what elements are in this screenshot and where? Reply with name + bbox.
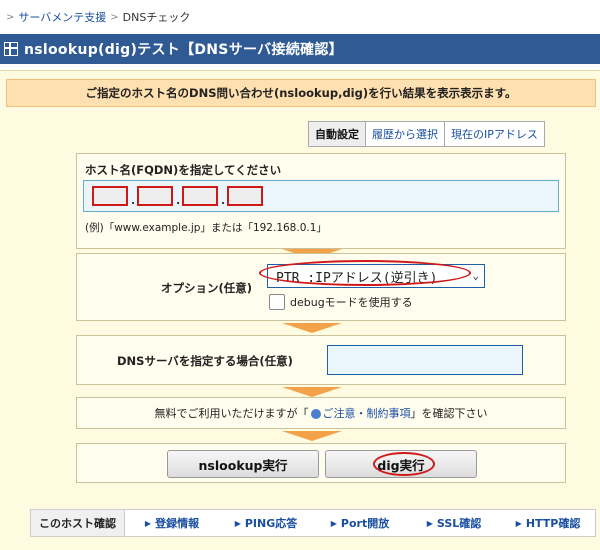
- host-input[interactable]: . . .: [83, 180, 559, 212]
- chevron-down-icon: ⌄: [472, 269, 479, 282]
- debug-option[interactable]: debugモードを使用する: [269, 294, 413, 310]
- chevron-right-icon: >: [110, 11, 119, 23]
- ip-octet-2[interactable]: [137, 186, 173, 206]
- ip-dot: .: [221, 194, 226, 207]
- breadcrumb-dns-check: DNSチェック: [122, 11, 191, 24]
- host-check-nav: このホスト確認 ▶ 登録情報 ▶ PING応答 ▶ Port開放 ▶ SSL確認 ▶ HT…: [30, 509, 596, 537]
- nav-port-open[interactable]: ▶ Port開放: [313, 515, 407, 531]
- host-example: (例)「www.example.jp」または「192.168.0.1」: [85, 222, 327, 234]
- dns-server-section: DNSサーバを指定する場合(任意): [76, 335, 566, 385]
- nslookup-button[interactable]: nslookup実行: [167, 450, 319, 478]
- notice-text-before: 無料でご利用いただけますが「: [154, 407, 309, 420]
- info-icon: [310, 409, 321, 419]
- nav-ssl-check[interactable]: ▶ SSL確認: [407, 515, 501, 531]
- triangle-right-icon: ▶: [515, 518, 522, 528]
- triangle-right-icon: ▶: [426, 518, 433, 528]
- dns-server-input[interactable]: [327, 345, 523, 375]
- flow-arrow-icon: [282, 387, 342, 397]
- ip-octet-3[interactable]: [182, 186, 218, 206]
- ip-dot: .: [131, 194, 136, 207]
- ip-octet-4[interactable]: [227, 186, 263, 206]
- page-title: nslookup(dig)テスト【DNSサーバ接続確認】: [24, 42, 343, 58]
- option-select[interactable]: PTR :IPアドレス(逆引き) ⌄: [267, 264, 485, 288]
- flow-arrow-icon: [282, 431, 342, 441]
- notice-text-after: 」を確認下さい: [410, 407, 488, 420]
- nav-item-label: SSL確認: [436, 517, 482, 530]
- chevron-right-icon: >: [6, 11, 15, 23]
- ip-octet-1[interactable]: [92, 186, 128, 206]
- tab-current-ip[interactable]: 現在のIPアドレス: [445, 122, 544, 146]
- nav-item-label: 登録情報: [155, 517, 200, 530]
- page-titlebar: nslookup(dig)テスト【DNSサーバ接続確認】: [0, 34, 600, 64]
- debug-label: debugモードを使用する: [290, 296, 413, 309]
- host-check-heading: このホスト確認: [31, 510, 125, 536]
- grid-icon: [4, 42, 18, 56]
- terms-link[interactable]: ご注意・制約事項: [323, 405, 411, 421]
- breadcrumb-server-maintenance[interactable]: サーバメンテ支援: [18, 9, 106, 25]
- nav-item-label: HTTP確認: [525, 517, 581, 530]
- tab-auto-setting[interactable]: 自動設定: [309, 122, 366, 146]
- ip-dot: .: [176, 194, 181, 207]
- notice-section: 無料でご利用いただけますが「 ご注意・制約事項 」を確認下さい: [76, 397, 566, 429]
- run-section: nslookup実行 dig実行: [76, 443, 566, 483]
- main-panel: ご指定のホスト名のDNS問い合わせ(nslookup,dig)を行い結果を表示表…: [0, 70, 600, 550]
- debug-checkbox[interactable]: [269, 294, 285, 310]
- triangle-right-icon: ▶: [234, 518, 241, 528]
- nav-http-check[interactable]: ▶ HTTP確認: [501, 515, 595, 531]
- host-label: ホスト名(FQDN)を指定してください: [85, 163, 282, 177]
- host-source-tabs: 自動設定 履歴から選択 現在のIPアドレス: [308, 121, 545, 147]
- nav-item-label: PING応答: [244, 517, 298, 530]
- dig-button[interactable]: dig実行: [325, 450, 477, 478]
- dns-server-label: DNSサーバを指定する場合(任意): [117, 354, 293, 368]
- nav-item-label: Port開放: [340, 517, 390, 530]
- option-selected-value: PTR :IPアドレス(逆引き): [276, 270, 438, 286]
- triangle-right-icon: ▶: [144, 518, 152, 528]
- tab-history[interactable]: 履歴から選択: [366, 122, 445, 146]
- option-label: オプション(任意): [161, 281, 253, 295]
- flow-arrow-icon: [282, 323, 342, 333]
- host-section: ホスト名(FQDN)を指定してください . . . (例)「www.exampl…: [76, 153, 566, 249]
- breadcrumb: > サーバメンテ支援 > DNSチェック: [0, 0, 600, 34]
- nav-registration-info[interactable]: ▶ 登録情報: [125, 515, 219, 531]
- option-section: オプション(任意) PTR :IPアドレス(逆引き) ⌄ debugモードを使用…: [76, 253, 566, 321]
- nav-ping[interactable]: ▶ PING応答: [219, 515, 313, 531]
- description-banner: ご指定のホスト名のDNS問い合わせ(nslookup,dig)を行い結果を表示表…: [6, 79, 596, 107]
- triangle-right-icon: ▶: [330, 518, 337, 528]
